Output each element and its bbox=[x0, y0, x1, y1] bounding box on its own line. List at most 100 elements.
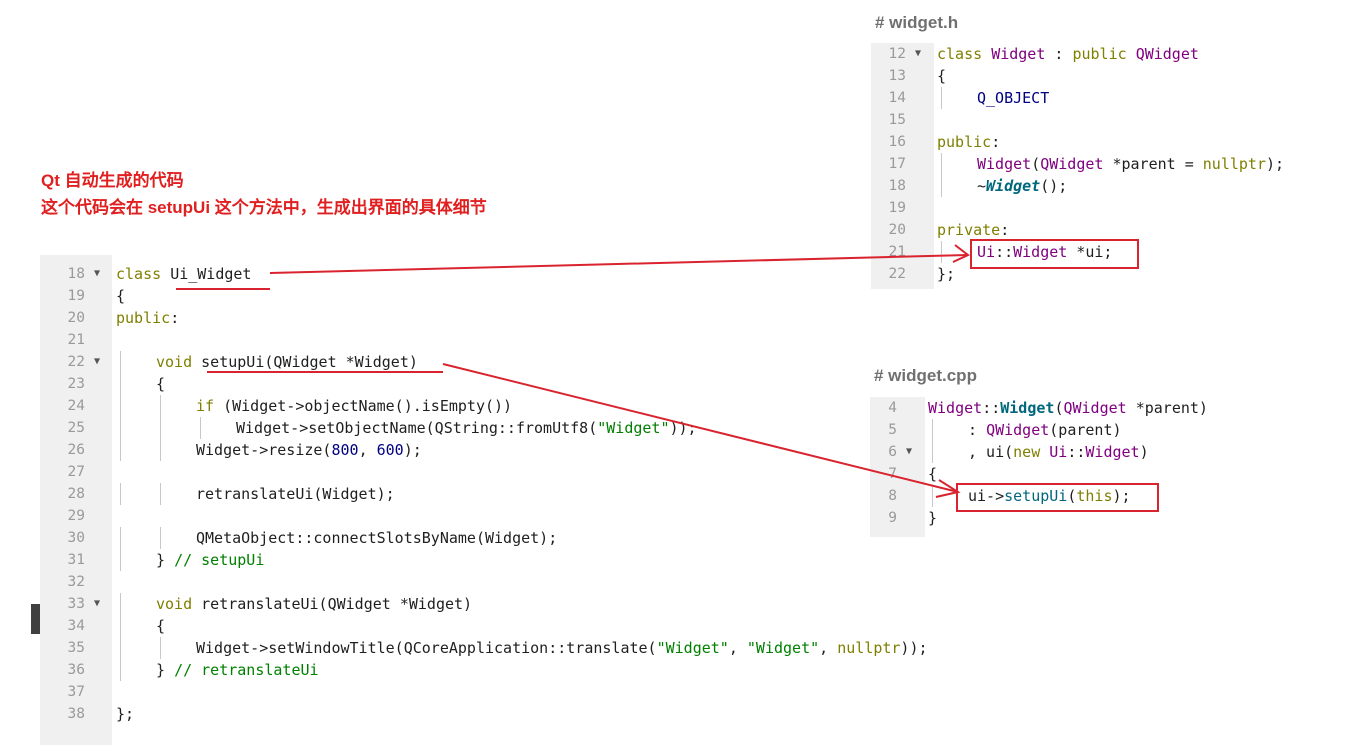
code-text: if (Widget->objectName().isEmpty()) bbox=[196, 395, 512, 417]
line-number: 35 bbox=[67, 640, 85, 656]
indent-guide bbox=[120, 483, 121, 505]
code-line: 35 Widget->setWindowTitle(QCoreApplicatio… bbox=[40, 637, 1040, 659]
code-token: QWidget bbox=[1135, 45, 1199, 63]
code-token: nullptr bbox=[837, 639, 901, 657]
code-token: Widget->setObjectName(QString::fromUtf8( bbox=[236, 419, 598, 437]
code-token: retranslateUi(QWidget *Widget) bbox=[201, 595, 473, 613]
code-line: 37 bbox=[40, 681, 1040, 703]
code-token: } bbox=[156, 661, 175, 679]
line-number: 15 bbox=[888, 112, 906, 128]
code-token: void bbox=[156, 595, 202, 613]
code-token: { bbox=[937, 67, 947, 85]
indent-guide bbox=[120, 527, 121, 549]
widget-h-title: # widget.h bbox=[875, 13, 959, 32]
code-line: 29 bbox=[40, 505, 1040, 527]
fold-toggle-icon[interactable]: ▼ bbox=[94, 263, 100, 285]
line-number: 38 bbox=[67, 706, 85, 722]
line-number: 33 bbox=[67, 596, 85, 612]
code-text: Widget->setWindowTitle(QCoreApplication:… bbox=[196, 637, 928, 659]
code-text: ~Widget(); bbox=[977, 175, 1067, 197]
code-line: 38}; bbox=[40, 703, 1040, 725]
line-number: 36 bbox=[67, 662, 85, 678]
indent-guide bbox=[120, 593, 121, 615]
line-number: 18 bbox=[888, 178, 906, 194]
line-number: 27 bbox=[67, 464, 85, 480]
code-token: QMetaObject::connectSlotsByName(Widget); bbox=[196, 529, 558, 547]
code-token: , bbox=[819, 639, 838, 657]
code-text: Widget->resize(800, 600); bbox=[196, 439, 422, 461]
code-token: , bbox=[728, 639, 747, 657]
line-number: 19 bbox=[888, 200, 906, 216]
code-line: 22 ▼ void setupUi(QWidget *Widget) bbox=[40, 351, 1040, 373]
code-token: (Widget->objectName().isEmpty()) bbox=[223, 397, 513, 415]
code-text: public: bbox=[116, 307, 179, 329]
indent-guide bbox=[120, 373, 121, 395]
code-token: )); bbox=[669, 419, 697, 437]
code-token: *parent = bbox=[1103, 155, 1203, 173]
line-number: 25 bbox=[67, 420, 85, 436]
code-line: 16 public: bbox=[871, 131, 1341, 153]
code-token: 600 bbox=[376, 441, 404, 459]
indent-guide bbox=[941, 175, 942, 197]
indent-guide bbox=[160, 439, 161, 461]
code-token: ( bbox=[1031, 155, 1041, 173]
indent-guide bbox=[120, 395, 121, 417]
code-line: 23 { bbox=[40, 373, 1040, 395]
code-text: retranslateUi(Widget); bbox=[196, 483, 395, 505]
code-line: 27 bbox=[40, 461, 1040, 483]
indent-guide bbox=[120, 417, 121, 439]
line-number: 21 bbox=[67, 332, 85, 348]
ui-member-highlight-box bbox=[970, 239, 1139, 269]
indent-guide bbox=[120, 549, 121, 571]
code-text: void retranslateUi(QWidget *Widget) bbox=[156, 593, 472, 615]
note-line-1: Qt 自动生成的代码 bbox=[41, 171, 184, 190]
code-text: { bbox=[116, 285, 125, 307]
line-number: 19 bbox=[67, 288, 85, 304]
indent-guide bbox=[120, 615, 121, 637]
code-token: Widget bbox=[1085, 443, 1140, 461]
code-text: QMetaObject::connectSlotsByName(Widget); bbox=[196, 527, 557, 549]
line-number: 23 bbox=[67, 376, 85, 392]
code-line: 36} // retranslateUi bbox=[40, 659, 1040, 681]
line-number: 17 bbox=[888, 156, 906, 172]
code-token: ); bbox=[403, 441, 422, 459]
code-text: { bbox=[156, 615, 165, 637]
setupui-call-highlight-box bbox=[956, 483, 1159, 512]
code-line: 26 Widget->resize(800, 600); bbox=[40, 439, 1040, 461]
line-number: 24 bbox=[67, 398, 85, 414]
code-token: QWidget bbox=[1063, 399, 1127, 417]
code-token: { bbox=[116, 287, 126, 305]
code-token: Widget bbox=[977, 155, 1032, 173]
code-token: )); bbox=[900, 639, 928, 657]
line-number: 30 bbox=[67, 530, 85, 546]
code-text: class Ui_Widget bbox=[116, 263, 251, 285]
fold-toggle-icon[interactable]: ▼ bbox=[915, 43, 921, 65]
line-number: 13 bbox=[888, 68, 906, 84]
indent-guide bbox=[160, 527, 161, 549]
indent-guide bbox=[200, 417, 201, 439]
code-token: void bbox=[156, 353, 202, 371]
code-token: retranslateUi(Widget); bbox=[196, 485, 395, 503]
code-line: 24 if (Widget->objectName().isEmpty()) bbox=[40, 395, 1040, 417]
code-token: public bbox=[116, 309, 171, 327]
code-token: Widget->resize( bbox=[196, 441, 332, 459]
code-line: 25 Widget->setObjectName(QString::fromUtf… bbox=[40, 417, 1040, 439]
code-token: class bbox=[116, 265, 171, 283]
code-token: Widget bbox=[991, 45, 1046, 63]
code-token: : bbox=[991, 133, 1001, 151]
line-number: 37 bbox=[67, 684, 85, 700]
code-text: class Widget : public QWidget bbox=[937, 43, 1199, 65]
fold-toggle-icon[interactable]: ▼ bbox=[94, 593, 100, 615]
indent-guide bbox=[120, 659, 121, 681]
code-line: 20 private: bbox=[871, 219, 1341, 241]
code-token: QWidget bbox=[273, 353, 337, 371]
code-line: 20 public: bbox=[40, 307, 1040, 329]
code-line: 32 bbox=[40, 571, 1040, 593]
code-line: 12 ▼ class Widget : public QWidget bbox=[871, 43, 1341, 65]
code-token: (parent) bbox=[1049, 421, 1122, 439]
code-text: } // setupUi bbox=[156, 549, 264, 571]
fold-toggle-icon[interactable]: ▼ bbox=[94, 351, 100, 373]
code-line: 34 { bbox=[40, 615, 1040, 637]
code-line: 21 bbox=[40, 329, 1040, 351]
code-text: Q_OBJECT bbox=[977, 87, 1049, 109]
